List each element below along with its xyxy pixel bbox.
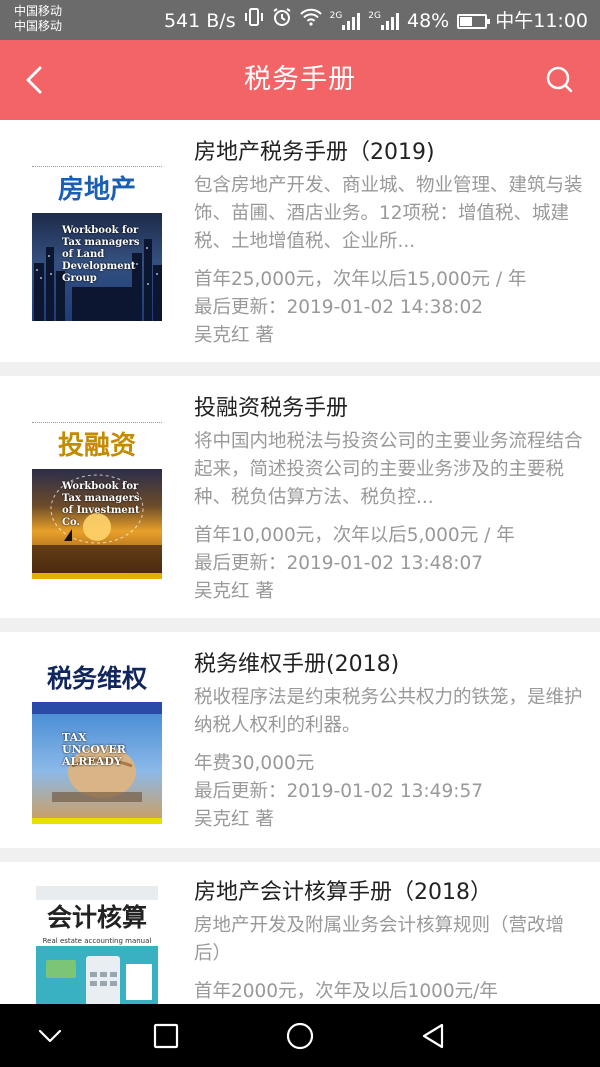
- book-title: 税务维权手册(2018): [194, 652, 400, 677]
- list-item[interactable]: 税务维权 TAX UNCOVER ALREADY 税务维权手册(2018) 税收…: [0, 632, 600, 848]
- book-price: 首年10,000元，次年以后5,000元 / 年: [194, 525, 515, 546]
- book-author: 吴克红 著: [194, 581, 274, 602]
- carrier-info: 中国移动 中国移动: [14, 4, 62, 34]
- cover-title: 会计核算: [46, 903, 147, 932]
- cover-stripe: [32, 702, 162, 714]
- search-button[interactable]: [538, 58, 582, 102]
- book-cover: 房地产 Workbook for Tax managers of Land De…: [32, 166, 162, 324]
- triangle-back-icon: [422, 1023, 444, 1049]
- vibrate-icon: [244, 7, 264, 35]
- app-bar: 税务手册: [0, 40, 600, 120]
- cover-art-sunset: Workbook for Tax managers of Investment …: [32, 469, 162, 573]
- book-price: 首年25,000元，次年以后15,000元 / 年: [194, 269, 527, 290]
- battery-level: [460, 16, 472, 26]
- book-description: 房地产开发及附属业务会计核算规则（营改增后）: [194, 915, 565, 964]
- cover-title: 税务维权: [46, 664, 147, 693]
- list-item[interactable]: 房地产 Workbook for Tax managers of Land De…: [0, 120, 600, 362]
- signal-1: 2G: [330, 12, 361, 30]
- cover-title: 房地产: [57, 175, 136, 205]
- chevron-down-icon: [38, 1029, 62, 1043]
- cover-stripe: [32, 573, 162, 579]
- page-title: 税务手册: [244, 64, 356, 95]
- book-list: 房地产 Workbook for Tax managers of Land De…: [0, 120, 600, 1004]
- wifi-icon: [299, 8, 322, 34]
- nav-recents-button[interactable]: [148, 1018, 184, 1054]
- book-cover: 税务维权 TAX UNCOVER ALREADY: [32, 656, 162, 826]
- circle-icon: [286, 1022, 314, 1050]
- book-author: 吴克红 著: [194, 325, 274, 346]
- alarm-icon: [272, 7, 292, 35]
- network-speed: 541 B/s: [163, 10, 236, 32]
- status-bar: 中国移动 中国移动 541 B/s 2G 2G 48% 中午11:00: [0, 0, 600, 40]
- book-updated: 最后更新：2019-01-02 14:38:02: [194, 297, 483, 318]
- calculator-icon: [46, 956, 152, 1004]
- signal-1-label: 2G: [329, 11, 343, 21]
- book-info: 房地产税务手册（2019) 包含房地产开发、商业城、物业管理、建筑与装饰、苗圃、…: [194, 138, 584, 350]
- book-info: 房地产会计核算手册（2018） 房地产开发及附属业务会计核算规则（营改增后） 首…: [194, 878, 584, 1004]
- signal-bars-icon: [381, 12, 399, 30]
- signal-2: 2G: [368, 12, 399, 30]
- cover-top-band: [36, 886, 158, 900]
- list-item[interactable]: 投融资 Workbook for Tax managers of Investm…: [0, 376, 600, 618]
- book-updated: 最后更新：2019-01-02 13:48:07: [194, 553, 483, 574]
- nav-home-button[interactable]: [282, 1018, 318, 1054]
- book-title: 房地产会计核算手册（2018）: [194, 880, 492, 905]
- cover-art-fist: TAX UNCOVER ALREADY: [32, 714, 162, 818]
- book-author: 吴克红 著: [194, 809, 274, 830]
- book-title: 投融资税务手册: [194, 396, 349, 421]
- book-price: 年费30,000元: [194, 753, 315, 774]
- cover-subtitle: Real estate accounting manual: [42, 937, 152, 945]
- carrier-1: 中国移动: [14, 4, 63, 18]
- book-description: 将中国内地税法与投资公司的主要业务流程结合起来，简述投资公司的主要业务涉及的主要…: [194, 431, 583, 508]
- nav-back-button[interactable]: [416, 1018, 452, 1054]
- book-description: 包含房地产开发、商业城、物业管理、建筑与装饰、苗圃、酒店业务。12项税：增值税、…: [194, 175, 583, 252]
- book-updated: 最后更新：2019-01-02 13:49:57: [194, 781, 483, 802]
- book-price: 首年2000元，次年及以后1000元/年: [194, 981, 498, 1002]
- battery-icon: [457, 13, 491, 29]
- square-icon: [153, 1023, 179, 1049]
- book-cover: 会计核算 Real estate accounting manual: [36, 886, 158, 1004]
- signal-2-label: 2G: [368, 11, 381, 21]
- status-icons: 541 B/s 2G 2G 48% 中午11:00: [164, 7, 588, 35]
- cover-title: 投融资: [57, 431, 136, 461]
- cover-english-title: Workbook for Tax managers of Land Develo…: [62, 225, 140, 284]
- book-cover: 投融资 Workbook for Tax managers of Investm…: [32, 422, 162, 580]
- search-icon: [546, 66, 573, 93]
- book-info: 投融资税务手册 将中国内地税法与投资公司的主要业务流程结合起来，简述投资公司的主…: [194, 394, 584, 606]
- book-info: 税务维权手册(2018) 税收程序法是约束税务公共权力的铁笼，是维护纳税人权利的…: [194, 650, 584, 834]
- book-title: 房地产税务手册（2019): [194, 140, 435, 165]
- clock: 中午11:00: [495, 10, 588, 32]
- cover-english-title: Workbook for Tax managers of Investment …: [62, 481, 140, 528]
- cover-english-title: TAX UNCOVER ALREADY: [62, 731, 126, 768]
- battery-percent: 48%: [407, 10, 450, 32]
- carrier-2: 中国移动: [14, 19, 63, 33]
- cover-art-city-skyline: Workbook for Tax managers of Land Develo…: [32, 213, 162, 321]
- list-item[interactable]: 会计核算 Real estate accounting manual 房地产会计…: [0, 862, 600, 1004]
- cover-art-calculator: [36, 946, 158, 1004]
- system-nav-bar: [0, 1004, 600, 1067]
- signal-bars-icon: [342, 12, 361, 30]
- nav-hide-button[interactable]: [32, 1018, 68, 1054]
- book-description: 税收程序法是约束税务公共权力的铁笼，是维护纳税人权利的利器。: [194, 687, 583, 736]
- cover-stripe: [32, 818, 162, 824]
